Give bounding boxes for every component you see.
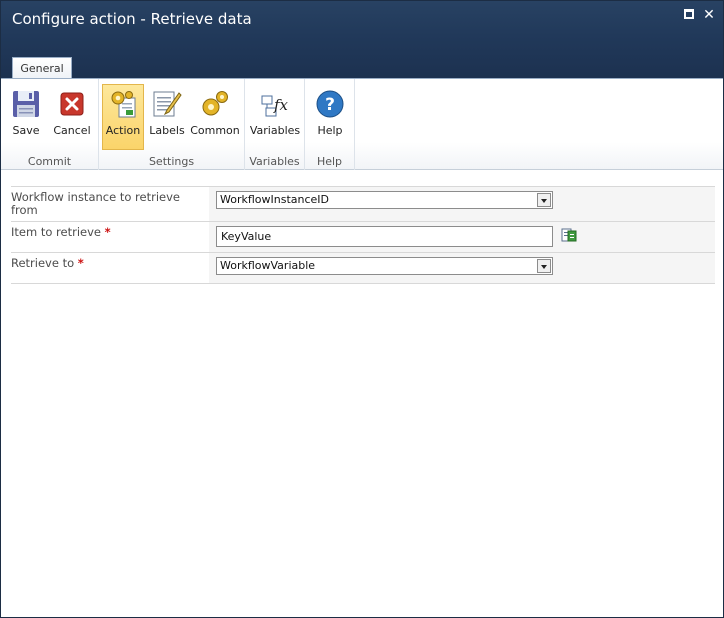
help-label: Help [317, 124, 343, 137]
floppy-disk-icon [13, 91, 39, 117]
title-bar: Configure action - Retrieve data ✕ Gener… [1, 1, 723, 79]
tab-general[interactable]: General [12, 57, 72, 79]
ribbon-group-commit: Save Cancel Commit [1, 79, 99, 170]
retrieve-to-value-cell: WorkflowVariable [209, 253, 715, 283]
item-to-retrieve-label-text: Item to retrieve [11, 225, 101, 239]
save-button[interactable]: Save [5, 84, 47, 150]
form-row-retrieve-to: Retrieve to * WorkflowVariable [11, 253, 715, 284]
action-label: Action [105, 124, 141, 137]
svg-text:?: ? [325, 95, 335, 115]
save-label: Save [12, 124, 40, 137]
action-button[interactable]: Action [102, 84, 144, 150]
group-label-settings: Settings [148, 155, 195, 168]
group-label-help: Help [316, 155, 343, 168]
common-label: Common [190, 124, 240, 137]
ribbon-group-variables: fx Variables Variables [245, 79, 305, 170]
group-label-variables: Variables [249, 155, 300, 168]
labels-button[interactable]: Labels [147, 84, 187, 150]
chevron-down-icon[interactable] [537, 193, 551, 207]
chevron-down-icon[interactable] [537, 259, 551, 273]
insert-reference-icon[interactable] [561, 227, 577, 243]
item-to-retrieve-input[interactable]: KeyValue [216, 226, 553, 247]
variables-label: Variables [249, 124, 301, 137]
labels-pen-icon [153, 91, 182, 117]
workflow-instance-value-cell: WorkflowInstanceID [209, 187, 715, 221]
help-button[interactable]: ? Help [310, 84, 350, 150]
retrieve-to-selected-value: WorkflowVariable [220, 259, 316, 272]
dialog-title: Configure action - Retrieve data [12, 10, 252, 28]
gear-document-icon [111, 91, 136, 118]
item-to-retrieve-value-cell: KeyValue [209, 222, 715, 252]
form-row-item-to-retrieve: Item to retrieve * KeyValue [11, 222, 715, 253]
ribbon-group-settings: Action Labels Common Settings [99, 79, 245, 170]
cancel-x-icon [60, 92, 84, 116]
item-to-retrieve-label: Item to retrieve * [11, 222, 209, 252]
svg-text:fx: fx [273, 96, 289, 114]
cancel-label: Cancel [53, 124, 91, 137]
retrieve-to-label: Retrieve to * [11, 253, 209, 283]
retrieve-to-label-text: Retrieve to [11, 256, 75, 270]
retrieve-to-select[interactable]: WorkflowVariable [216, 257, 553, 275]
maximize-icon[interactable] [684, 9, 694, 19]
cancel-button[interactable]: Cancel [49, 84, 95, 150]
common-button[interactable]: Common [189, 84, 241, 150]
ribbon: Save Cancel Commit Action Labels Common … [1, 78, 723, 170]
ribbon-group-help: ? Help Help [305, 79, 355, 170]
required-mark: * [77, 256, 84, 270]
labels-label: Labels [149, 124, 185, 137]
workflow-instance-label-text: Workflow instance to retrieve from [11, 190, 180, 217]
dialog-window: Configure action - Retrieve data ✕ Gener… [0, 0, 724, 618]
close-icon[interactable]: ✕ [703, 8, 715, 22]
question-icon: ? [316, 90, 344, 118]
group-label-commit: Commit [27, 155, 72, 168]
workflow-instance-label: Workflow instance to retrieve from [11, 187, 209, 221]
workflow-instance-select[interactable]: WorkflowInstanceID [216, 191, 553, 209]
form-row-workflow-instance: Workflow instance to retrieve from Workf… [11, 186, 715, 222]
workflow-instance-selected-value: WorkflowInstanceID [220, 193, 330, 206]
gears-icon [202, 91, 228, 116]
function-fx-icon: fx [261, 95, 289, 117]
variables-button[interactable]: fx Variables [248, 84, 302, 150]
required-mark: * [104, 225, 111, 239]
